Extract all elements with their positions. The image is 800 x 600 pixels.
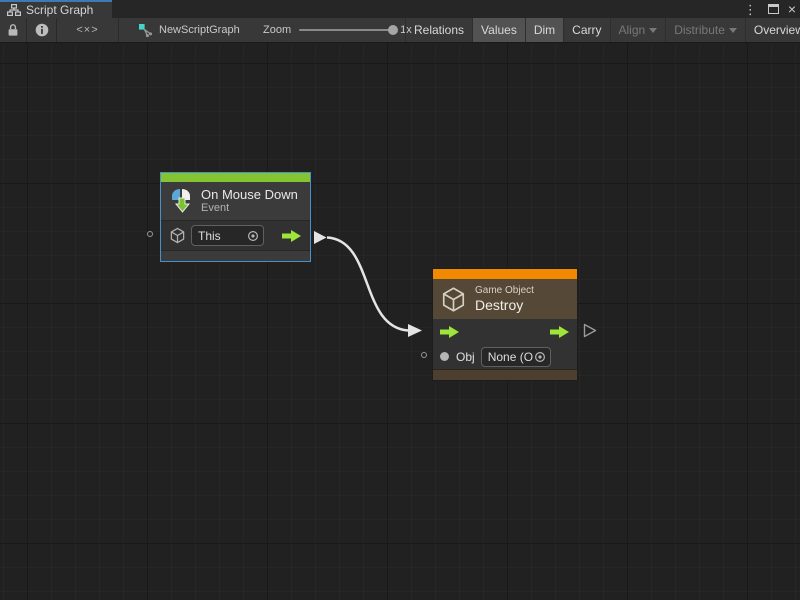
obj-value: None (O <box>488 350 538 364</box>
node-footer <box>161 250 310 261</box>
graph-canvas[interactable]: On Mouse Down Event This <box>0 43 800 600</box>
wire-end-arrow <box>408 324 422 337</box>
connection-layer <box>0 43 800 600</box>
obj-port-row: Obj None (O <box>433 344 577 369</box>
chevron-down-icon <box>729 28 737 33</box>
graph-name: NewScriptGraph <box>159 24 240 36</box>
destroy-accent-bar <box>433 269 577 279</box>
maximize-icon[interactable] <box>768 4 779 14</box>
overview-button[interactable]: Overview <box>745 18 800 42</box>
obj-input-port[interactable] <box>421 352 427 358</box>
values-label: Values <box>481 23 517 37</box>
target-object-field[interactable]: This <box>191 225 264 246</box>
node-footer <box>433 369 577 380</box>
node-subtitle: Event <box>201 202 298 215</box>
graph-hierarchy-icon <box>7 4 21 16</box>
window-menu-icon[interactable]: ⋮ <box>742 3 759 16</box>
obj-value-port-dot <box>440 352 449 361</box>
wire-start-arrow <box>314 231 327 244</box>
zoom-slider-thumb[interactable] <box>388 25 398 35</box>
relations-button[interactable]: Relations <box>405 18 472 42</box>
chevron-down-icon <box>649 28 657 33</box>
node-port-row: This <box>161 220 310 250</box>
flow-output-arrow[interactable] <box>282 230 302 242</box>
flow-wire[interactable] <box>327 238 408 331</box>
flow-port-row <box>433 319 577 344</box>
carry-label: Carry <box>572 23 601 37</box>
distribute-dropdown[interactable]: Distribute <box>665 18 745 42</box>
dim-button[interactable]: Dim <box>525 18 563 42</box>
node-on-mouse-down[interactable]: On Mouse Down Event This <box>160 172 311 262</box>
toolbar-toggle-group: Relations Values Dim Carry Align Distrib… <box>405 18 800 42</box>
node-graph-icon <box>138 23 153 38</box>
node-title: On Mouse Down <box>201 187 298 202</box>
obj-label: Obj <box>456 350 475 364</box>
distribute-label: Distribute <box>674 23 725 37</box>
tab-script-graph[interactable]: Script Graph <box>0 0 112 18</box>
destroy-flow-out-port[interactable] <box>585 325 596 337</box>
lock-button[interactable] <box>0 18 27 42</box>
close-icon[interactable]: × <box>788 2 796 16</box>
code-preview-button[interactable]: <×> <box>57 18 119 42</box>
object-picker-icon[interactable] <box>247 230 259 242</box>
info-icon <box>35 23 49 37</box>
node-header: On Mouse Down Event <box>161 182 310 220</box>
script-graph-window: Script Graph ⋮ × <×> <box>0 0 800 600</box>
code-preview-label: <×> <box>76 24 98 36</box>
carry-button[interactable]: Carry <box>563 18 609 42</box>
flow-input-arrow[interactable] <box>440 326 460 338</box>
dim-label: Dim <box>534 23 555 37</box>
window-controls: ⋮ × <box>742 0 796 18</box>
align-label: Align <box>619 23 646 37</box>
node-header: Game Object Destroy <box>433 279 577 319</box>
info-button[interactable] <box>27 18 57 42</box>
game-object-cube-icon <box>440 286 467 313</box>
values-button[interactable]: Values <box>472 18 525 42</box>
node-destroy[interactable]: Game Object Destroy Obj None (O <box>432 268 578 381</box>
node-title: Destroy <box>475 297 534 313</box>
obj-object-field[interactable]: None (O <box>481 347 551 367</box>
event-accent-bar <box>161 173 310 182</box>
zoom-slider[interactable] <box>299 29 393 31</box>
node-category: Game Object <box>475 285 534 297</box>
relations-label: Relations <box>414 23 464 37</box>
tab-strip: Script Graph ⋮ × <box>0 0 800 18</box>
target-input-port[interactable] <box>147 231 153 237</box>
zoom-control: Zoom 1x <box>263 18 412 42</box>
object-picker-icon[interactable] <box>534 351 546 363</box>
tab-title: Script Graph <box>26 3 93 17</box>
target-value: This <box>198 229 247 243</box>
zoom-label: Zoom <box>263 24 291 36</box>
overview-label: Overview <box>754 23 800 37</box>
graph-toolbar: <×> NewScriptGraph Zoom 1x Relations Va <box>0 18 800 43</box>
align-dropdown[interactable]: Align <box>610 18 666 42</box>
graph-reference[interactable]: NewScriptGraph <box>138 18 240 42</box>
flow-output-arrow[interactable] <box>550 326 570 338</box>
lock-icon <box>7 23 19 37</box>
game-object-cube-icon <box>169 227 186 244</box>
mouse-down-icon <box>169 188 193 215</box>
